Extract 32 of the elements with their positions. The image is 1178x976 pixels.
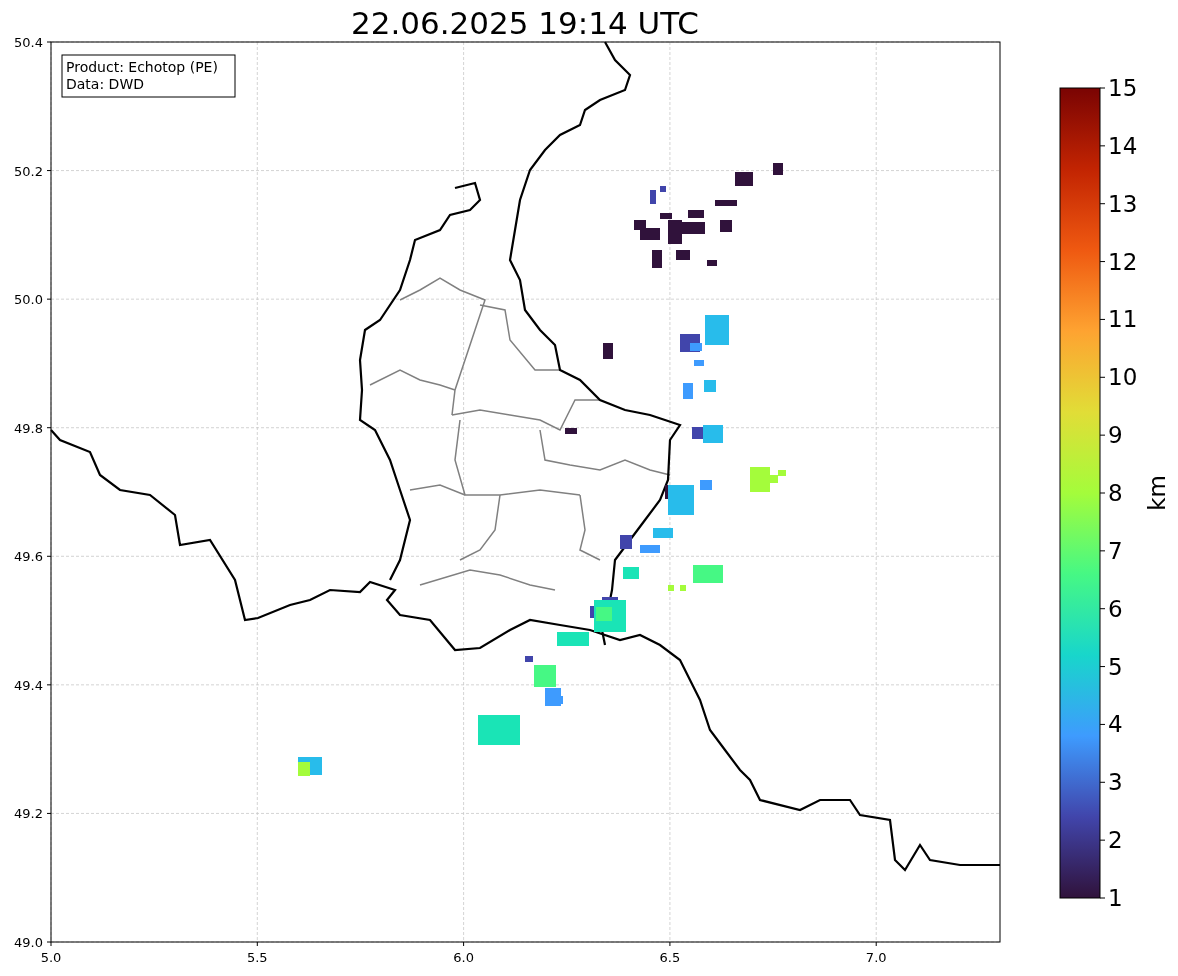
colorbar-tick-label: 1 [1108, 885, 1123, 911]
axis-tick-label: 49.6 [14, 549, 43, 565]
chart-title: 22.06.2025 19:14 UTC [351, 5, 699, 41]
colorbar-label: km [1144, 475, 1170, 511]
axis-tick-label: 50.0 [14, 292, 43, 308]
colorbar-tick-label: 9 [1108, 422, 1123, 449]
colorbar-tick-label: 10 [1108, 364, 1138, 391]
colorbar-tick-label: 6 [1108, 595, 1123, 622]
colorbar-tick-label: 7 [1108, 537, 1123, 564]
info-text: Product: Echotop (PE) [66, 59, 218, 75]
colorbar-tick-label: 5 [1108, 653, 1123, 680]
axis-tick-label: 5.0 [40, 950, 62, 965]
colorbar-tick-label: 14 [1108, 132, 1138, 159]
axis-tick-label: 50.2 [14, 163, 43, 179]
axis-tick-label: 5.5 [246, 950, 268, 965]
axis-tick-label: 6.5 [659, 950, 681, 965]
colorbar-tick-label: 11 [1108, 306, 1138, 333]
axis-tick-label: 49.0 [14, 935, 43, 950]
colorbar-tick-label: 3 [1108, 769, 1123, 796]
axis-tick-label: 50.4 [14, 35, 43, 50]
colorbar-tick-label: 12 [1108, 248, 1138, 275]
info-text: Data: DWD [66, 76, 144, 92]
axis-tick-label: 7.0 [865, 950, 887, 965]
colorbar-tick-label: 8 [1108, 480, 1123, 506]
colorbar-tick-label: 4 [1108, 711, 1123, 738]
colorbar-tick-label: 2 [1108, 827, 1123, 854]
axis-tick-label: 6.0 [453, 950, 474, 965]
axis-tick-label: 49.2 [14, 806, 43, 822]
colorbar-tick-label: 13 [1108, 190, 1138, 217]
axis-tick-label: 49.8 [14, 420, 43, 436]
axis-tick-label: 49.4 [14, 677, 43, 693]
colorbar-tick-label: 15 [1108, 75, 1138, 101]
